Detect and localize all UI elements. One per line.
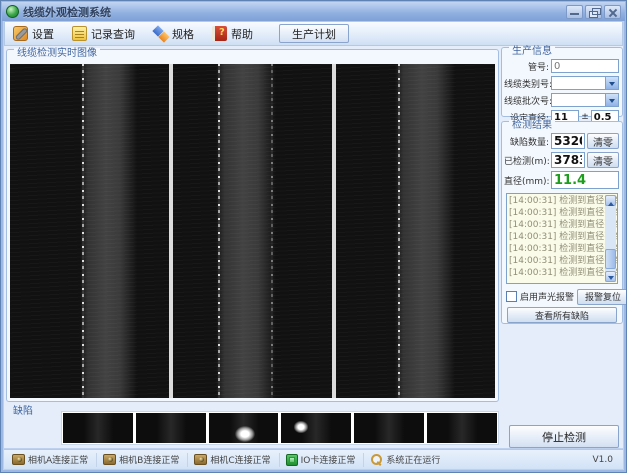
toolbar-item-help[interactable]: 帮助 [210, 25, 255, 43]
alarm-reset-button[interactable]: 报警复位 [577, 289, 627, 305]
measured-length-value[interactable] [551, 152, 585, 168]
status-bar: 相机A连接正常 相机B连接正常 相机C连接正常 IO卡连接正常 系统正在运行 V1.0 [4, 449, 623, 469]
log-entry[interactable]: [14:00:31] 检测到直径不合格 [509, 195, 605, 207]
status-item: 相机A连接正常 [10, 453, 97, 467]
status-item: 相机C连接正常 [192, 453, 279, 467]
toolbar-items: 设置 记录查询 规格 帮助 [11, 25, 255, 43]
camera-icon [194, 454, 207, 465]
status-item: 相机B连接正常 [101, 453, 188, 467]
status-item-label: 相机B连接正常 [119, 453, 179, 466]
toolbar-item-spec[interactable]: 规格 [151, 25, 196, 43]
cable-category-label: 线缆类别号: [504, 77, 549, 90]
minimize-icon[interactable] [566, 5, 583, 19]
toolbar-item-label: 规格 [172, 26, 194, 42]
spec-icon [153, 26, 168, 41]
scroll-down-icon[interactable] [605, 271, 616, 282]
toolbar-item-settings[interactable]: 设置 [11, 25, 56, 43]
toolbar-item-label: 帮助 [231, 26, 253, 42]
defect-thumbnail-strip [61, 411, 499, 445]
toolbar-item-label: 设置 [32, 26, 54, 42]
window-controls [566, 5, 621, 19]
status-items: 相机A连接正常 相机B连接正常 相机C连接正常 IO卡连接正常 系统正在运行 [10, 453, 452, 467]
restore-icon[interactable] [585, 5, 602, 19]
toolbar-item-label: 记录查询 [91, 26, 135, 42]
status-item: 系统正在运行 [368, 453, 448, 467]
toolbar-item-records[interactable]: 记录查询 [70, 25, 137, 43]
close-icon[interactable] [604, 5, 621, 19]
status-item-label: IO卡连接正常 [301, 453, 356, 466]
log-entry[interactable]: [14:00:31] 检测到直径不合格 [509, 243, 605, 255]
help-icon [212, 26, 227, 41]
defect-thumbnail[interactable] [209, 413, 279, 443]
camera-image-area [10, 64, 495, 398]
clear-measured-button[interactable]: 清零 [587, 152, 619, 168]
log-entry[interactable]: [14:00:31] 检测到直径不合格 [509, 231, 605, 243]
tube-number-input[interactable] [551, 59, 619, 73]
live-view-group: 线缆检测实时图像 [6, 49, 499, 402]
app-icon [6, 5, 19, 18]
log-entry[interactable]: [14:00:31] 检测到直径不合格 [509, 255, 605, 267]
clear-defect-count-button[interactable]: 清零 [587, 133, 619, 149]
camera-c-view [336, 64, 495, 398]
camera-b-view [173, 64, 332, 398]
log-lines: [14:00:31] 检测到直径不合格[14:00:31] 检测到直径不合格[1… [509, 195, 605, 279]
diameter-label: 直径(mm): [504, 174, 549, 187]
app-window: 线缆外观检测系统 设置 记录查询 规格 帮助 生产计划 线缆检测实时图像 [0, 0, 627, 473]
status-item: IO卡连接正常 [284, 453, 365, 467]
log-entry[interactable]: [14:00:31] 检测到直径不合格 [509, 207, 605, 219]
camera-icon [12, 454, 25, 465]
view-all-defects-button[interactable]: 查看所有缺陷 [507, 307, 617, 323]
log-entry[interactable]: [14:00:31] 检测到直径不合格 [509, 219, 605, 231]
defect-thumbnail[interactable] [281, 413, 351, 443]
detection-results-title: 检测结果 [509, 120, 555, 132]
titlebar: 线缆外观检测系统 [2, 2, 625, 21]
status-item-label: 系统正在运行 [386, 453, 440, 466]
log-entry[interactable]: [14:00:31] 检测到直径不合格 [509, 267, 605, 279]
settings-icon [13, 26, 28, 41]
status-item-label: 相机A连接正常 [28, 453, 88, 466]
client-area: 线缆检测实时图像 缺陷 [4, 46, 623, 448]
status-item-label: 相机C连接正常 [210, 453, 270, 466]
defects-title: 缺陷 [13, 402, 33, 417]
detection-results-group: 检测结果 缺陷数量: 清零 已检测(m): 清零 直径(mm): [14:00:… [501, 121, 623, 324]
scroll-up-icon[interactable] [605, 195, 616, 206]
wire-image [80, 64, 137, 398]
detection-log-list[interactable]: [14:00:31] 检测到直径不合格[14:00:31] 检测到直径不合格[1… [506, 193, 618, 284]
wire-image [216, 64, 276, 398]
toolbar: 设置 记录查询 规格 帮助 生产计划 [4, 21, 623, 46]
empty-thumbnail[interactable] [427, 413, 497, 443]
scrollbar-thumb[interactable] [605, 249, 616, 269]
records-icon [72, 26, 87, 41]
sound-light-alarm-checkbox[interactable] [506, 291, 517, 302]
magnifier-icon [370, 454, 383, 465]
io-icon [286, 454, 298, 466]
live-view-title: 线缆检测实时图像 [14, 48, 100, 60]
window-title: 线缆外观检测系统 [23, 4, 566, 20]
diameter-value[interactable] [551, 171, 619, 189]
production-plan-button[interactable]: 生产计划 [279, 24, 349, 43]
cable-category-select[interactable] [551, 76, 619, 90]
empty-thumbnail[interactable] [63, 413, 133, 443]
defect-count-label: 缺陷数量: [504, 135, 549, 148]
sound-light-alarm-label: 启用声光报警 [520, 290, 574, 303]
wire-image [395, 64, 455, 398]
chevron-down-icon[interactable] [605, 77, 618, 89]
camera-icon [103, 454, 116, 465]
cable-batch-select[interactable] [551, 93, 619, 107]
empty-thumbnail[interactable] [136, 413, 206, 443]
log-scrollbar[interactable] [605, 195, 616, 282]
defect-count-value[interactable] [551, 133, 585, 149]
production-info-group: 生产信息 管号: 线缆类别号: 线缆批次号: 设定直径: [501, 47, 623, 117]
measured-length-label: 已检测(m): [504, 154, 549, 167]
production-info-title: 生产信息 [509, 46, 555, 58]
chevron-down-icon[interactable] [605, 94, 618, 106]
version-label: V1.0 [593, 455, 617, 465]
tube-number-label: 管号: [504, 60, 549, 73]
stop-detection-button[interactable]: 停止检测 [509, 425, 619, 448]
empty-thumbnail[interactable] [354, 413, 424, 443]
camera-a-view [10, 64, 169, 398]
cable-batch-label: 线缆批次号: [504, 94, 549, 107]
